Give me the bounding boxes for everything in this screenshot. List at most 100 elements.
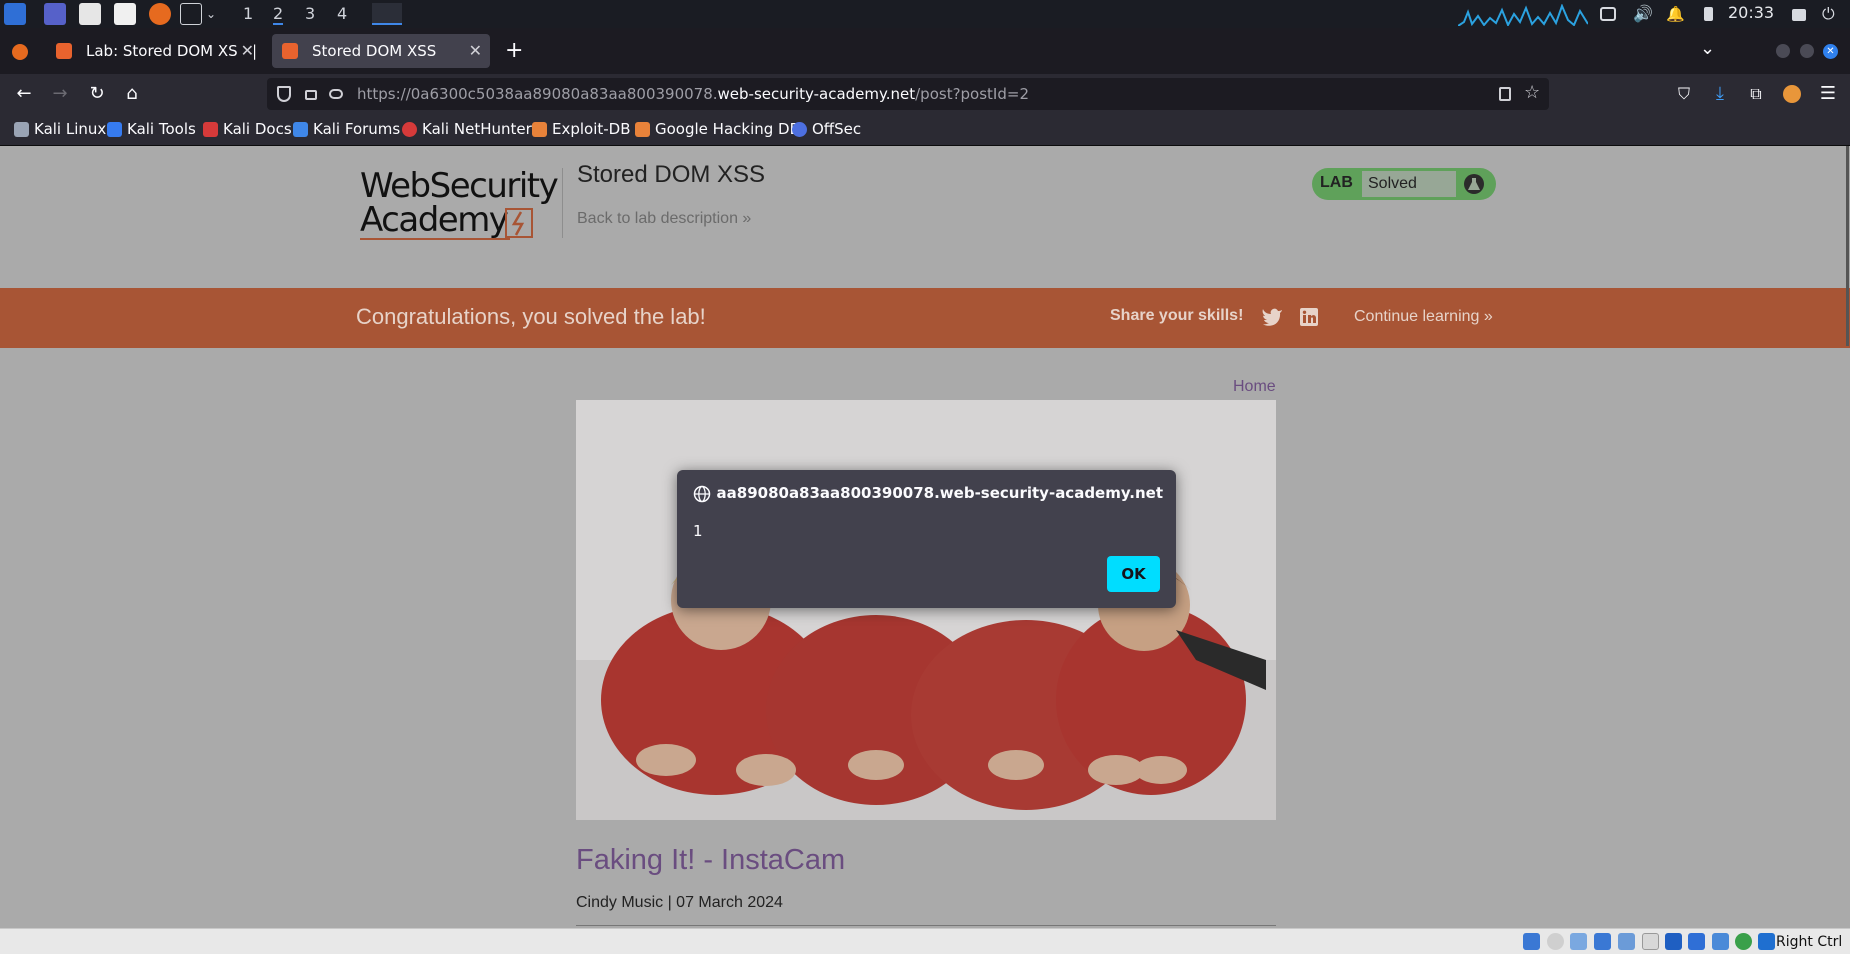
bookmark-label: Kali Docs: [223, 120, 292, 138]
os-top-panel: ⌄ 1 2 3 4 🔊 🔔 20:33 ⏻: [0, 0, 1850, 28]
bookmarks-toolbar: Kali Linux Kali Tools Kali Docs Kali For…: [0, 114, 1850, 146]
bookmark-offsec[interactable]: OffSec: [792, 120, 861, 138]
offsec-icon: [792, 122, 807, 137]
workspace-4[interactable]: 4: [337, 4, 347, 23]
globe-icon: [693, 485, 711, 503]
text-editor-icon[interactable]: [114, 3, 136, 25]
extensions-icon[interactable]: ⧉: [1744, 82, 1768, 106]
desktop-icon[interactable]: [44, 3, 66, 25]
logo-text-line2: Academy: [360, 200, 509, 240]
new-tab-button[interactable]: +: [505, 38, 523, 63]
lab-status-badge: LAB Solved: [1312, 168, 1496, 200]
reader-view-icon[interactable]: [1499, 87, 1511, 101]
portswigger-favicon-icon: [282, 43, 298, 59]
back-to-lab-description-link[interactable]: Back to lab description »: [577, 210, 751, 228]
post-author-date: Cindy Music | 07 March 2024: [576, 894, 783, 911]
vm-storage-icon[interactable]: [1523, 933, 1540, 950]
bookmark-kali-linux[interactable]: Kali Linux: [14, 120, 106, 138]
continue-learning-link[interactable]: Continue learning »: [1354, 308, 1493, 326]
academy-bolt-icon: [505, 208, 533, 238]
url-bar[interactable]: https://0a6300c5038aa89080a83aa800390078…: [267, 78, 1549, 110]
workspace-1[interactable]: 1: [243, 4, 253, 23]
page-scrollbar[interactable]: [1846, 146, 1849, 346]
firefox-view-icon[interactable]: [12, 44, 28, 60]
home-link[interactable]: Home: [1233, 378, 1276, 396]
twitter-icon[interactable]: [1262, 308, 1282, 326]
tab-label: Stored DOM XSS: [312, 42, 437, 60]
kali-docs-icon: [203, 122, 218, 137]
volume-icon[interactable]: 🔊: [1633, 3, 1653, 25]
vm-cpu-icon[interactable]: [1712, 933, 1729, 950]
ok-button[interactable]: OK: [1107, 556, 1160, 592]
close-icon[interactable]: ✕: [236, 34, 254, 68]
workspace-2[interactable]: 2: [273, 4, 284, 25]
workspace-3[interactable]: 3: [305, 4, 315, 23]
congratulations-banner: Congratulations, you solved the lab! Sha…: [0, 288, 1850, 348]
lock-icon[interactable]: [305, 90, 317, 100]
bookmark-exploit-db[interactable]: Exploit-DB: [532, 120, 631, 138]
banner-message: Congratulations, you solved the lab!: [356, 304, 706, 329]
bookmark-kali-docs[interactable]: Kali Docs: [203, 120, 292, 138]
url-text[interactable]: https://0a6300c5038aa89080a83aa800390078…: [357, 85, 1029, 103]
vm-display-icon[interactable]: [1665, 933, 1682, 950]
account-icon[interactable]: [1780, 82, 1804, 106]
bookmark-kali-tools[interactable]: Kali Tools: [107, 120, 196, 138]
permissions-icon[interactable]: [329, 89, 343, 99]
firefox-window-icon[interactable]: [372, 3, 402, 25]
tab-label: Lab: Stored DOM XSS | Web Security Acade…: [86, 42, 262, 60]
logout-icon[interactable]: ⏻: [1822, 3, 1840, 25]
close-icon[interactable]: ✕: [469, 34, 482, 68]
header-divider: [562, 168, 563, 238]
pocket-icon[interactable]: ⛉: [1672, 82, 1696, 106]
ghdb-icon: [635, 122, 650, 137]
back-button[interactable]: ←: [12, 82, 36, 106]
bookmark-star-icon[interactable]: ☆: [1524, 82, 1540, 103]
display-icon[interactable]: [1600, 7, 1616, 21]
file-manager-icon[interactable]: [79, 3, 101, 25]
web-security-academy-logo[interactable]: WebSecurity Academy: [360, 166, 559, 240]
url-prefix: https://0a6300c5038aa89080a83aa800390078…: [357, 85, 718, 103]
list-all-tabs-icon[interactable]: ⌄: [1700, 38, 1715, 59]
bookmark-kali-nethunter[interactable]: Kali NetHunter: [402, 120, 532, 138]
bookmark-label: Kali NetHunter: [422, 120, 532, 138]
notification-icon[interactable]: 🔔: [1666, 3, 1685, 25]
bookmark-label: Kali Linux: [34, 120, 107, 138]
kali-menu-icon[interactable]: [4, 3, 26, 25]
vm-shared-folders-icon[interactable]: [1642, 933, 1659, 950]
family-photo-illustration: [576, 400, 1276, 820]
vm-audio-icon[interactable]: [1570, 933, 1587, 950]
firefox-launcher-icon[interactable]: [149, 3, 171, 25]
vm-status-bar: Right Ctrl: [0, 928, 1850, 954]
linkedin-icon[interactable]: [1300, 308, 1318, 326]
vm-usb-icon[interactable]: [1618, 933, 1635, 950]
lock-icon[interactable]: [1792, 9, 1806, 21]
bookmark-kali-forums[interactable]: Kali Forums: [293, 120, 400, 138]
vm-guest-additions-icon[interactable]: [1735, 933, 1752, 950]
downloads-icon[interactable]: ⤓: [1708, 82, 1732, 106]
logo-underline: [360, 238, 510, 240]
cpu-graph: [1458, 4, 1588, 26]
vm-recording-icon[interactable]: [1688, 933, 1705, 950]
menu-icon[interactable]: ☰: [1816, 82, 1840, 106]
minimize-window-button[interactable]: [1776, 44, 1790, 58]
close-window-button[interactable]: ✕: [1823, 44, 1838, 59]
vm-network-icon[interactable]: [1594, 933, 1611, 950]
maximize-window-button[interactable]: [1800, 44, 1814, 58]
vm-optical-drive-icon[interactable]: [1547, 933, 1564, 950]
vm-mouse-integration-icon[interactable]: [1758, 933, 1775, 950]
forward-button[interactable]: →: [48, 82, 72, 106]
dialog-origin-text: 0a6300c5038aa89080a83aa800390078.web-sec…: [717, 484, 1163, 502]
vm-host-key: Right Ctrl: [1776, 934, 1843, 950]
bookmark-label: OffSec: [812, 120, 862, 138]
home-button[interactable]: ⌂: [120, 82, 144, 106]
terminal-icon[interactable]: [180, 3, 202, 25]
bookmark-label: Kali Forums: [313, 120, 401, 138]
chevron-down-icon[interactable]: ⌄: [206, 3, 220, 25]
url-host: web-security-academy.net: [717, 85, 916, 103]
post-divider: [576, 925, 1276, 926]
reload-button[interactable]: ↻: [85, 82, 109, 106]
tracking-protection-shield-icon[interactable]: [277, 86, 291, 102]
tab-stored-dom-xss[interactable]: Stored DOM XSS ✕: [272, 34, 490, 68]
bookmark-google-hacking-db[interactable]: Google Hacking DB: [635, 120, 800, 138]
tab-lab-description[interactable]: Lab: Stored DOM XSS | Web Security Acade…: [46, 34, 262, 68]
